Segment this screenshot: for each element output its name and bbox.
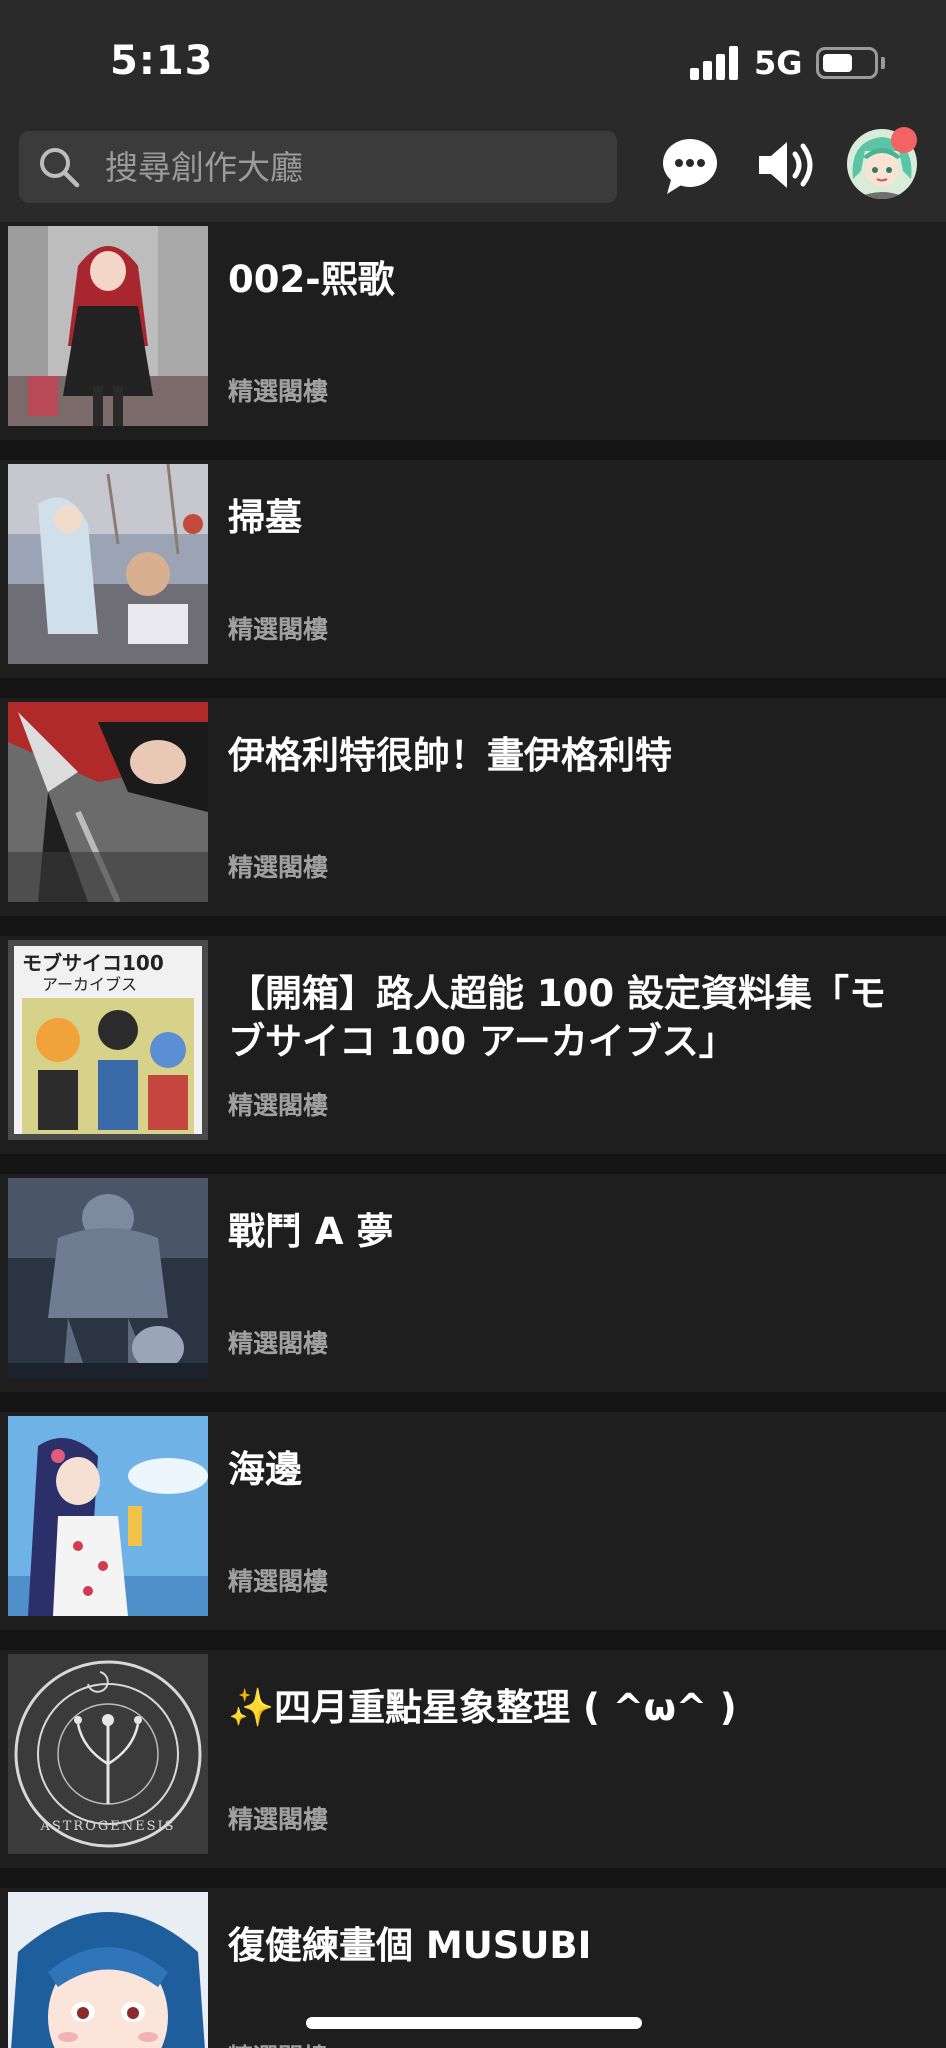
- post-category: 精選閣樓: [228, 1567, 329, 1596]
- search-icon: [40, 148, 80, 188]
- post-thumbnail: [8, 1416, 208, 1616]
- signal-icon: [690, 46, 740, 80]
- post-title: ✨四月重點星象整理 ( ^ω^ ): [228, 1686, 737, 1729]
- battery-cap: [881, 57, 885, 69]
- post-category: 精選閣樓: [228, 615, 329, 644]
- post-thumbnail: [8, 1178, 208, 1378]
- post-title: 海邊: [228, 1448, 302, 1491]
- post-thumbnail: ASTROGENESIS: [8, 1654, 208, 1854]
- post-category: 精選閣樓: [228, 2038, 328, 2048]
- search-input[interactable]: [105, 131, 595, 203]
- post-thumbnail: [8, 1892, 208, 2048]
- post-title: 伊格利特很帥！畫伊格利特: [228, 734, 672, 777]
- home-indicator[interactable]: [306, 2017, 642, 2029]
- astro-label: ASTROGENESIS: [39, 1819, 175, 1834]
- post-title: 掃墓: [228, 496, 302, 539]
- post-thumbnail: モブサイコ100 アーカイブス: [8, 940, 208, 1140]
- notification-dot: [891, 127, 917, 153]
- post-category: 精選閣樓: [228, 853, 329, 882]
- mob-cover-subtitle: アーカイブス: [42, 975, 137, 994]
- post-category: 精選閣樓: [228, 1091, 329, 1120]
- post-title: 復健練畫個 MUSUBI: [228, 1924, 592, 1967]
- app-screen: 5:13 5G 搜尋創作大廳 002-熙歌 精選閣樓 掃墓 精選閣樓 伊格利特很…: [0, 0, 946, 2048]
- list-item[interactable]: 掃墓 精選閣樓: [0, 460, 946, 678]
- list-item[interactable]: 002-熙歌 精選閣樓: [0, 222, 946, 440]
- post-thumbnail: [8, 226, 208, 426]
- status-time: 5:13: [110, 38, 214, 84]
- status-bar: 5:13 5G: [0, 0, 946, 125]
- list-item[interactable]: 海邊 精選閣樓: [0, 1412, 946, 1630]
- post-thumbnail: [8, 464, 208, 664]
- battery-icon: [816, 47, 878, 79]
- list-item[interactable]: モブサイコ100 アーカイブス 【開箱】路人超能 100 設定資料集「モブサイコ…: [0, 936, 946, 1154]
- post-thumbnail: [8, 702, 208, 902]
- post-category: 精選閣樓: [228, 1329, 329, 1358]
- post-category: 精選閣樓: [228, 1805, 329, 1834]
- post-title: 002-熙歌: [228, 258, 395, 301]
- post-list: 002-熙歌 精選閣樓 掃墓 精選閣樓 伊格利特很帥！畫伊格利特 精選閣樓 モブ…: [0, 222, 946, 2048]
- mob-cover-title: モブサイコ100: [22, 951, 164, 975]
- list-item[interactable]: 戰鬥 A 夢 精選閣樓: [0, 1174, 946, 1392]
- battery-level: [823, 54, 852, 72]
- list-item[interactable]: ASTROGENESIS ✨四月重點星象整理 ( ^ω^ ) 精選閣樓: [0, 1650, 946, 1868]
- post-category: 精選閣樓: [228, 377, 329, 406]
- post-title: 戰鬥 A 夢: [228, 1210, 394, 1253]
- chat-icon[interactable]: [655, 130, 725, 200]
- speaker-icon[interactable]: [751, 130, 821, 200]
- search-bar[interactable]: [19, 131, 617, 203]
- post-title: 【開箱】路人超能 100 設定資料集「モブサイコ 100 アーカイブス」: [228, 972, 886, 1063]
- network-label: 5G: [754, 44, 803, 82]
- top-bar: [0, 125, 946, 222]
- list-item[interactable]: 伊格利特很帥！畫伊格利特 精選閣樓: [0, 698, 946, 916]
